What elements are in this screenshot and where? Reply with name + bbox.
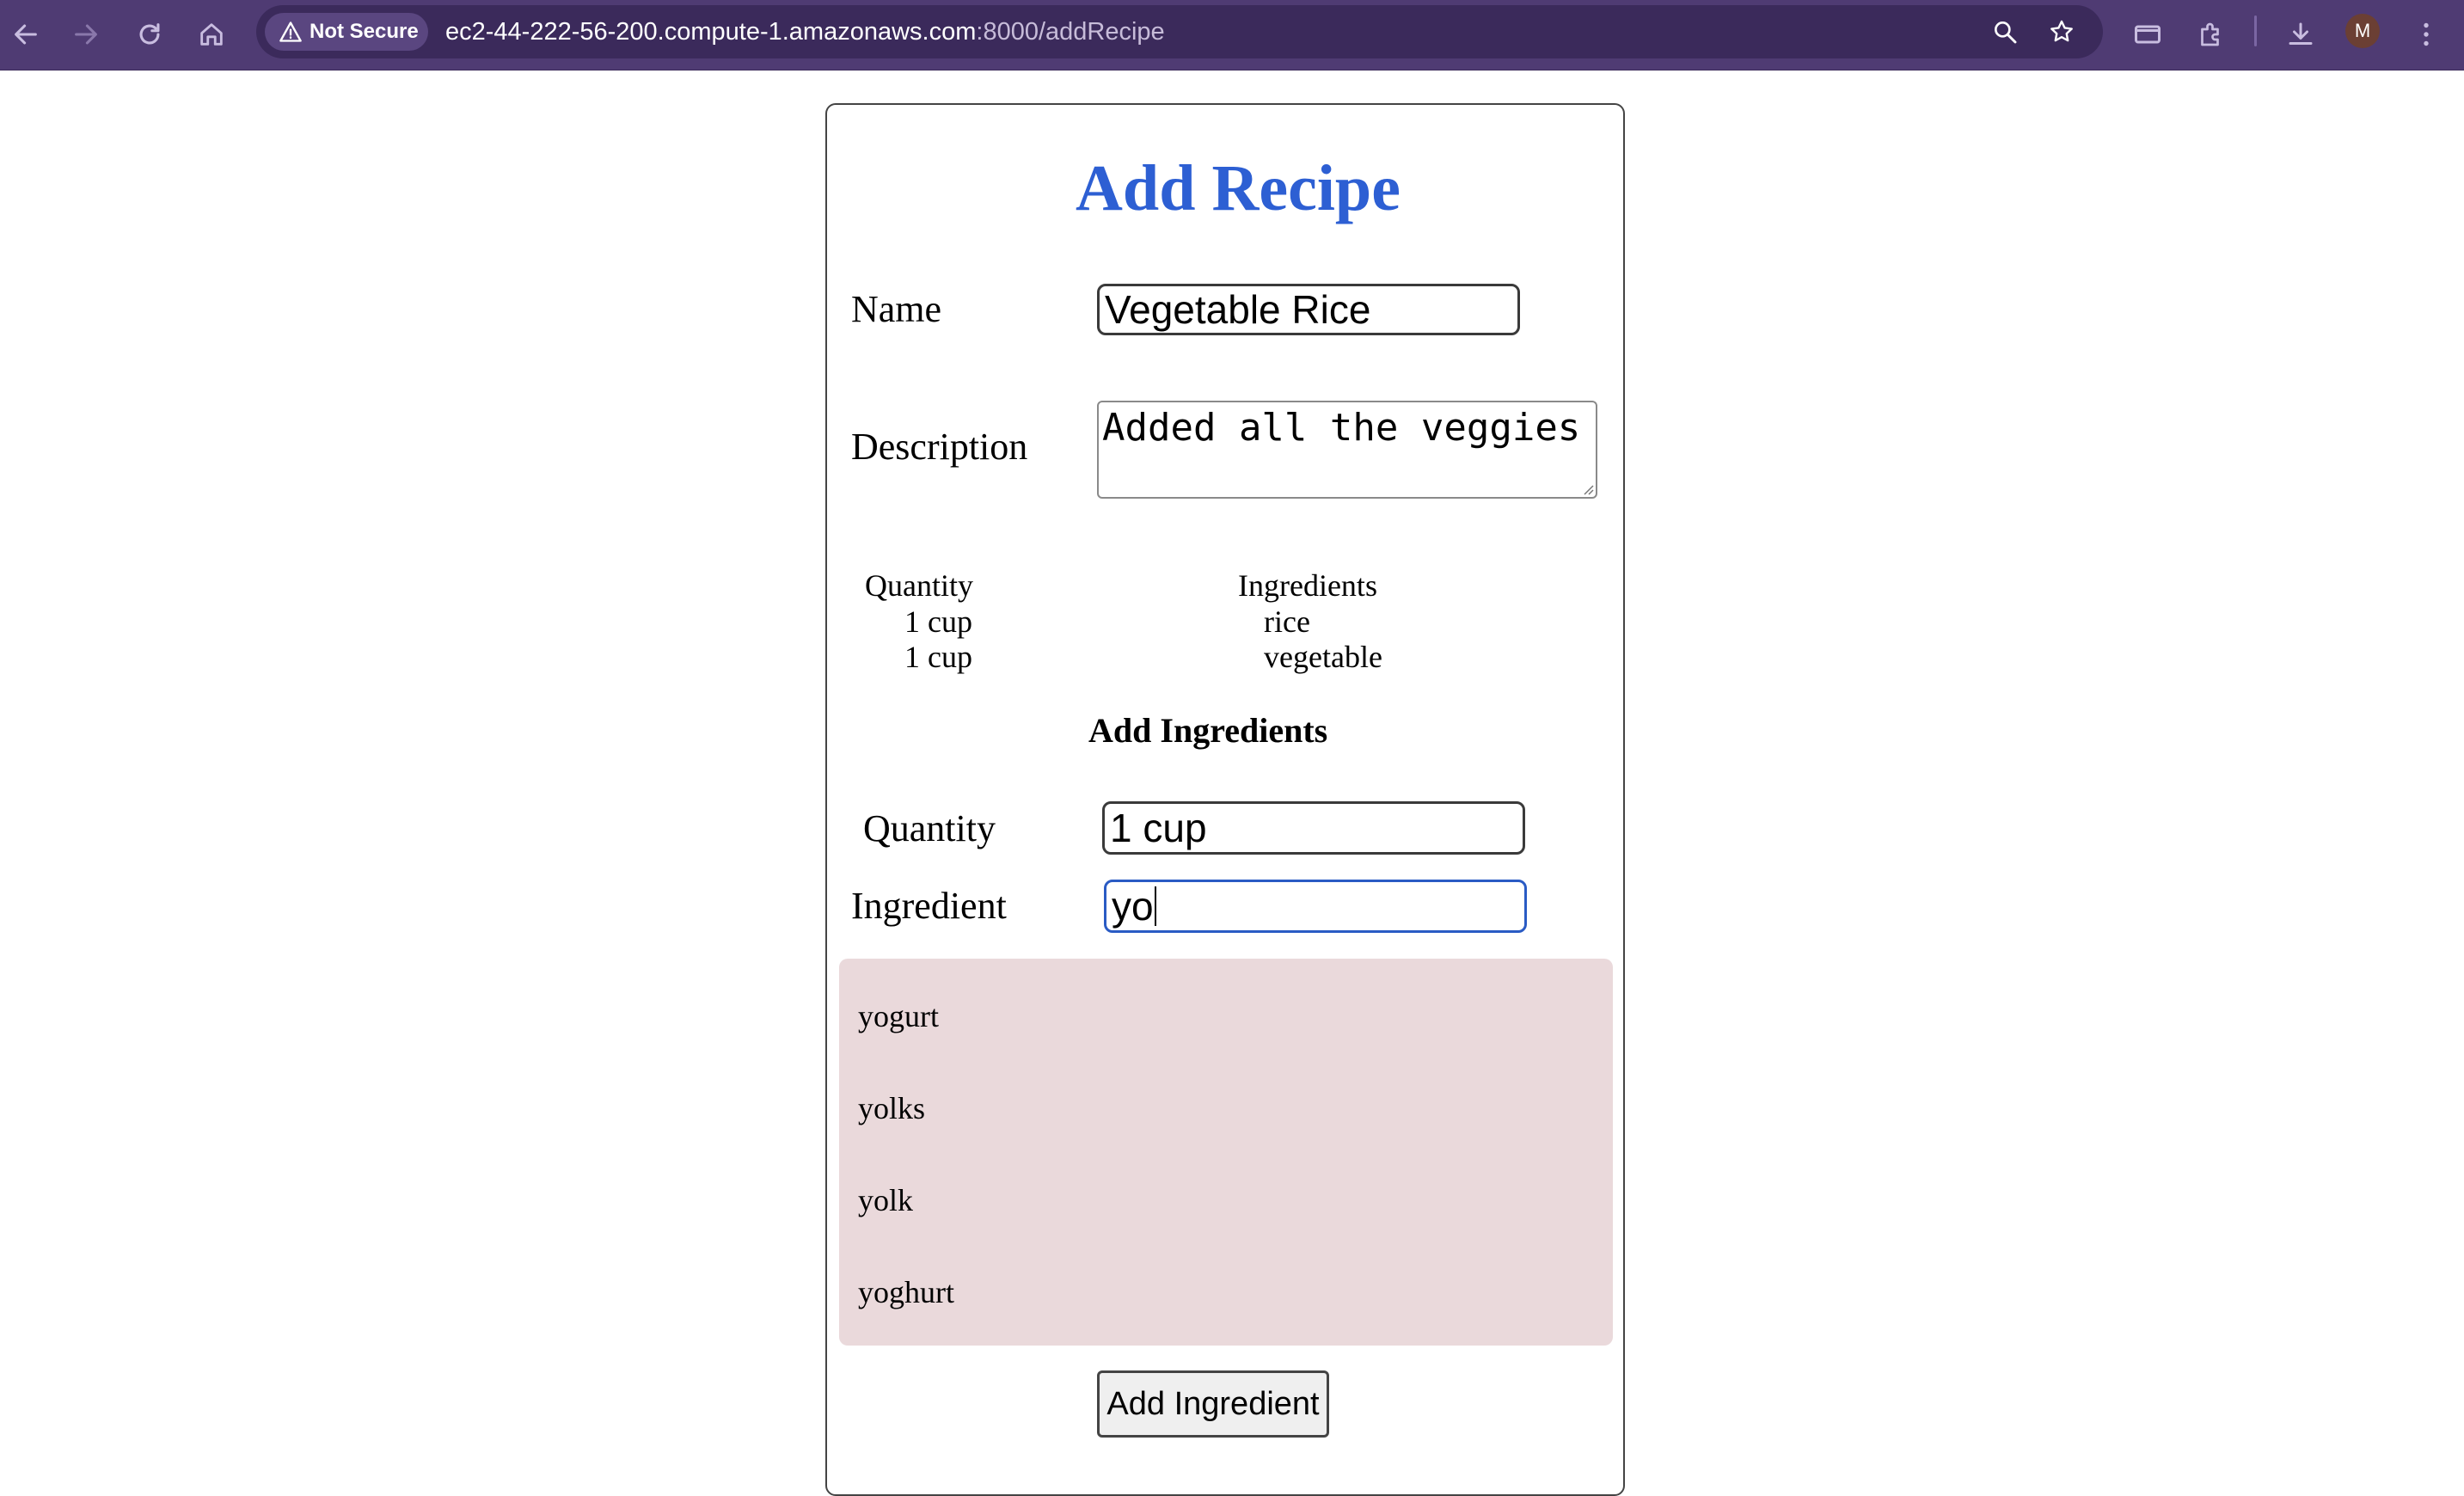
address-bar[interactable]: Not Secure ec2-44-222-56-200.compute-1.a… <box>256 5 2103 58</box>
security-chip[interactable]: Not Secure <box>265 13 428 51</box>
suggestion-item[interactable]: yoghurt <box>858 1274 954 1310</box>
menu-button[interactable] <box>2404 12 2449 57</box>
avatar[interactable]: M <box>2345 14 2380 48</box>
zoom-icon <box>1995 21 2017 44</box>
arrow-right-icon <box>75 24 97 45</box>
download-icon <box>2289 22 2313 45</box>
quantity-input-value: 1 cup <box>1110 806 1207 850</box>
add-ingredients-heading: Add Ingredients <box>1088 711 1328 750</box>
page-title: Add Recipe <box>1076 152 1401 224</box>
bookmark-button[interactable] <box>2044 15 2079 49</box>
quantity-cell: 1 cup <box>904 640 972 674</box>
description-label: Description <box>851 426 1028 468</box>
tab-search-button[interactable] <box>2125 12 2170 57</box>
suggestion-item[interactable]: yolk <box>858 1182 913 1218</box>
browser-toolbar: Not Secure ec2-44-222-56-200.compute-1.a… <box>0 0 2464 71</box>
ingredient-input[interactable]: yo <box>1104 880 1527 933</box>
extensions-button[interactable] <box>2189 12 2234 57</box>
url-text[interactable]: ec2-44-222-56-200.compute-1.amazonaws.co… <box>445 5 1165 58</box>
home-icon <box>200 23 223 46</box>
name-input[interactable]: Vegetable Rice <box>1097 284 1520 335</box>
back-button[interactable] <box>2 10 50 58</box>
arrow-left-icon <box>15 24 37 45</box>
resize-grip-icon[interactable] <box>1580 481 1594 495</box>
home-button[interactable] <box>187 10 236 58</box>
warning-icon <box>279 21 302 42</box>
url-host: ec2-44-222-56-200.compute-1.amazonaws.co… <box>445 18 977 46</box>
kebab-menu-icon <box>2424 22 2429 46</box>
ingredient-input-value: yo <box>1112 884 1154 929</box>
quantity-label: Quantity <box>863 807 996 849</box>
suggestion-item[interactable]: yolks <box>858 1090 925 1126</box>
tab-icon <box>2135 25 2161 44</box>
description-textarea[interactable]: Added all the veggies <box>1097 401 1597 499</box>
forward-button[interactable] <box>62 10 110 58</box>
url-path: :8000/addRecipe <box>976 18 1165 46</box>
downloads-button[interactable] <box>2278 12 2323 57</box>
name-input-value: Vegetable Rice <box>1105 287 1371 332</box>
reload-button[interactable] <box>126 10 174 58</box>
quantity-column-header: Quantity <box>865 568 973 603</box>
toolbar-divider <box>2254 15 2257 46</box>
name-label: Name <box>851 288 942 330</box>
add-ingredient-button[interactable]: Add Ingredient <box>1097 1370 1329 1438</box>
ingredient-label: Ingredient <box>851 885 1007 927</box>
zoom-button[interactable] <box>1988 15 2022 49</box>
reload-icon <box>139 23 160 45</box>
quantity-input[interactable]: 1 cup <box>1102 801 1525 855</box>
description-value: Added all the veggies <box>1102 406 1581 450</box>
puzzle-icon <box>2201 22 2219 46</box>
star-icon <box>2050 20 2073 42</box>
ingredient-suggestions: yogurt yolks yolk yoghurt <box>839 959 1613 1346</box>
text-caret <box>1154 886 1156 926</box>
ingredient-cell: rice <box>1264 604 1310 639</box>
security-label: Not Secure <box>310 20 419 43</box>
quantity-cell: 1 cup <box>904 604 972 639</box>
suggestion-item[interactable]: yogurt <box>858 998 939 1034</box>
ingredient-cell: vegetable <box>1264 640 1382 674</box>
ingredients-column-header: Ingredients <box>1238 568 1377 603</box>
